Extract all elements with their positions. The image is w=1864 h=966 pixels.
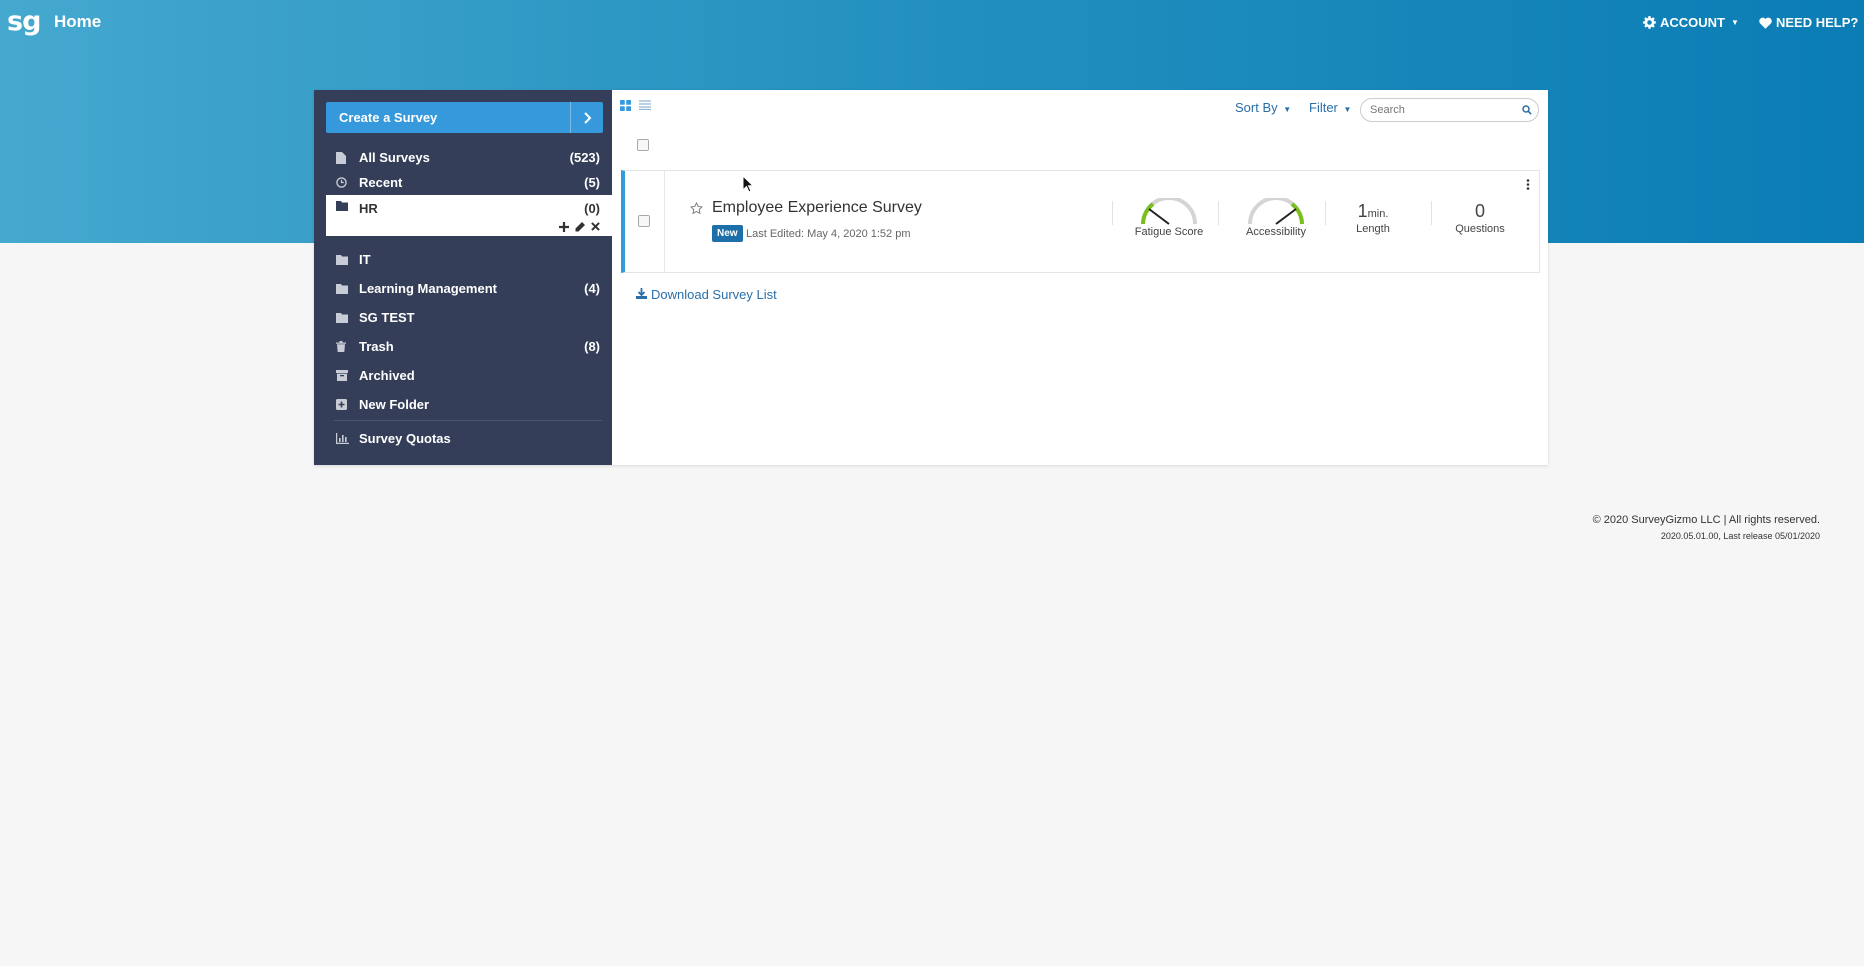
sidebar-item-label: Survey Quotas [359,431,451,446]
sidebar-item-count: (523) [569,150,600,165]
folder-icon [336,201,356,211]
survey-title[interactable]: Employee Experience Survey [712,199,922,217]
sg-logo[interactable]: sg [7,6,41,37]
search-input[interactable] [1361,104,1516,116]
top-navigation: sg Home ACCOUNT ▼ NEED HELP? [0,0,1864,44]
caret-down-icon: ▼ [1343,105,1352,114]
metric-divider [1431,201,1432,225]
create-survey-button[interactable]: Create a Survey [326,102,603,133]
sidebar-item-learning-management[interactable]: Learning Management (4) [326,274,612,303]
folder-icon [336,312,356,323]
sidebar-item-label: IT [359,252,371,267]
length-value: 1 [1357,201,1368,221]
folder-icon [336,283,356,294]
trash-icon [336,341,356,352]
sidebar-item-it[interactable]: IT [326,245,612,274]
survey-list-area: Sort By ▼ Filter ▼ Employee Experience S… [612,90,1548,465]
accessibility-gauge-icon [1248,198,1304,225]
select-all-checkbox[interactable] [637,139,649,151]
folder-icon [336,254,356,265]
metric-divider [1112,201,1113,225]
archive-icon [336,370,356,381]
sidebar-item-label: Trash [359,339,394,354]
grid-view-icon[interactable] [620,100,631,111]
length-metric: 1min. Length [1333,202,1413,235]
account-menu[interactable]: ACCOUNT ▼ [1643,15,1739,30]
download-survey-list-link[interactable]: Download Survey List [636,287,777,302]
heart-icon [1759,17,1772,29]
sort-by-label: Sort By [1235,100,1278,115]
fatigue-score-label: Fatigue Score [1134,226,1204,238]
download-label: Download Survey List [651,287,777,302]
sidebar-item-sg-test[interactable]: SG TEST [326,303,612,332]
length-label: Length [1356,223,1390,235]
more-vertical-icon[interactable] [1526,179,1530,190]
bar-chart-icon [336,433,356,444]
mouse-cursor-icon [742,175,754,193]
questions-value: 0 [1474,201,1485,221]
view-toggle [620,100,651,111]
sidebar-item-label: HR [359,201,378,216]
fatigue-gauge-icon [1141,198,1197,225]
sidebar-item-trash[interactable]: Trash (8) [326,332,612,361]
plus-square-icon [336,399,356,410]
list-view-icon[interactable] [639,100,651,111]
sidebar-item-recent[interactable]: Recent (5) [326,168,612,197]
accessibility-gauge: Accessibility [1231,198,1321,238]
chevron-right-icon[interactable] [570,102,603,133]
sidebar-item-label: New Folder [359,397,430,412]
sidebar-item-hr[interactable]: HR (0) [326,195,612,236]
sidebar-divider [334,420,602,421]
sidebar-item-label: Archived [359,368,415,383]
need-help-link[interactable]: NEED HELP? [1759,15,1858,30]
search-icon[interactable] [1516,105,1538,115]
caret-down-icon: ▼ [1731,18,1739,27]
need-help-label: NEED HELP? [1776,15,1859,30]
folder-actions [559,222,600,232]
star-icon[interactable] [690,202,703,215]
search-box [1360,98,1539,122]
gear-icon [1643,16,1656,29]
length-unit: min. [1367,208,1389,220]
sidebar-item-count: (0) [584,201,600,216]
sidebar: Create a Survey All Surveys (523) Recent… [314,90,612,465]
create-survey-label: Create a Survey [339,110,438,125]
close-icon[interactable] [591,222,600,232]
filter-label: Filter [1309,100,1338,115]
clock-icon [336,177,356,188]
sidebar-item-count: (4) [584,281,600,296]
download-icon [636,287,647,302]
sidebar-item-label: SG TEST [359,310,415,325]
page-title[interactable]: Home [54,12,101,32]
filter-dropdown[interactable]: Filter ▼ [1309,100,1351,115]
sidebar-item-survey-quotas[interactable]: Survey Quotas [326,424,612,453]
sidebar-item-label: All Surveys [359,150,430,165]
pencil-icon[interactable] [575,222,585,232]
fatigue-score-gauge: Fatigue Score [1124,198,1214,238]
footer-release: 2020.05.01.00, Last release 05/01/2020 [1660,531,1820,541]
footer-copyright: © 2020 SurveyGizmo LLC | All rights rese… [1592,514,1820,526]
sort-by-dropdown[interactable]: Sort By ▼ [1235,100,1291,115]
account-label: ACCOUNT [1660,15,1725,30]
sidebar-item-new-folder[interactable]: New Folder [326,390,612,419]
sidebar-item-label: Recent [359,175,403,190]
sidebar-item-count: (8) [584,339,600,354]
sidebar-item-label: Learning Management [359,281,497,296]
last-edited-text: Last Edited: May 4, 2020 1:52 pm [746,228,911,240]
file-icon [336,151,356,164]
metric-divider [1218,201,1219,225]
metric-divider [1325,201,1326,225]
caret-down-icon: ▼ [1283,105,1292,114]
new-badge: New [712,225,743,242]
add-icon[interactable] [559,222,569,232]
questions-label: Questions [1455,223,1505,235]
row-checkbox-column [625,171,665,272]
survey-row[interactable]: Employee Experience Survey New Last Edit… [621,170,1540,273]
sidebar-item-archived[interactable]: Archived [326,361,612,390]
accessibility-label: Accessibility [1246,226,1306,238]
surveys-panel: Create a Survey All Surveys (523) Recent… [314,90,1548,465]
row-checkbox[interactable] [638,215,650,227]
sidebar-item-count: (5) [584,175,600,190]
questions-metric: 0 Questions [1440,202,1520,235]
